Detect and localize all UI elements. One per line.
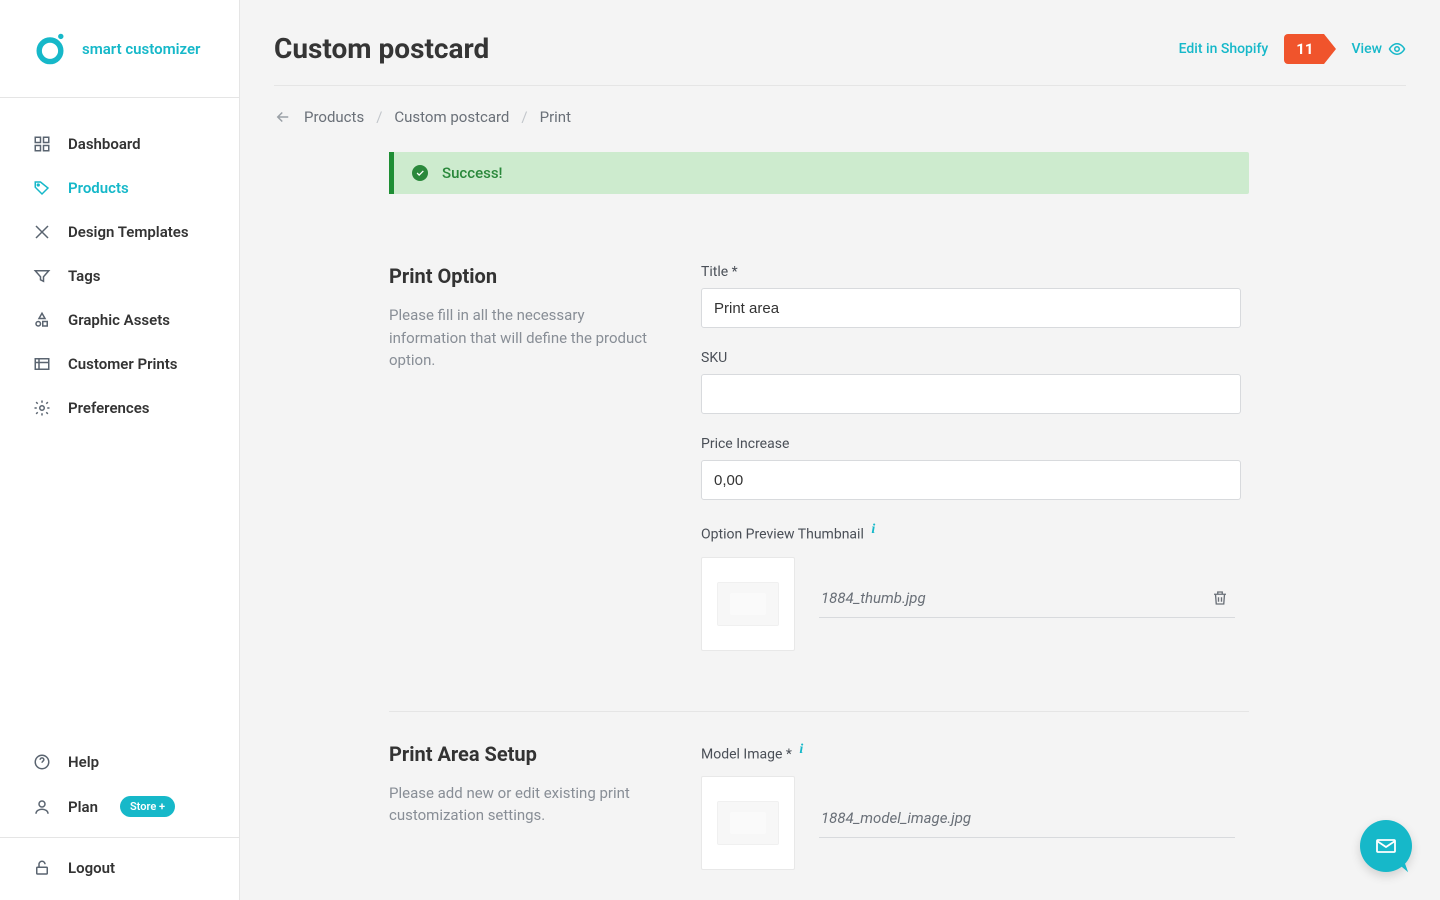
sidebar-item-label: Help	[68, 753, 99, 771]
breadcrumb: Products / Custom postcard / Print	[240, 86, 1440, 148]
section-heading: Print Area Setup	[389, 742, 649, 766]
page-title: Custom postcard	[274, 32, 489, 65]
success-alert: Success!	[389, 152, 1249, 194]
title-input[interactable]	[701, 288, 1241, 328]
sidebar-item-preferences[interactable]: Preferences	[0, 386, 239, 430]
model-image-label-text: Model Image *	[701, 746, 792, 762]
mail-icon	[1374, 834, 1398, 858]
lock-open-icon	[32, 858, 52, 878]
brand-name: smart customizer	[82, 40, 200, 58]
sidebar-item-design-templates[interactable]: Design Templates	[0, 210, 239, 254]
section-description: Please fill in all the necessary informa…	[389, 304, 649, 372]
sidebar-item-label: Preferences	[68, 399, 150, 417]
sidebar-item-label: Tags	[68, 267, 101, 285]
main-content: Custom postcard Edit in Shopify 11 View	[240, 0, 1440, 900]
brand-logo-icon	[32, 31, 68, 67]
section-heading: Print Option	[389, 264, 649, 288]
breadcrumb-separator: /	[376, 108, 382, 126]
count-badge-value: 11	[1284, 34, 1323, 64]
sidebar-item-label: Dashboard	[68, 135, 141, 153]
info-icon[interactable]: i	[871, 522, 875, 538]
model-image-row: 1884_model_image.jpg	[701, 776, 1374, 870]
model-image-filename: 1884_model_image.jpg	[821, 809, 971, 827]
section-form: Title * SKU Price Increase Option Previe…	[701, 264, 1374, 673]
prints-icon	[32, 354, 52, 374]
tag-icon	[32, 178, 52, 198]
thumbnail-label: Option Preview Thumbnail i	[701, 522, 1374, 543]
sidebar-bottom: Help Plan Store + Logout	[0, 740, 239, 900]
model-image-label: Model Image * i	[701, 742, 1374, 763]
model-file-line: 1884_model_image.jpg	[819, 809, 1235, 838]
sidebar-item-tags[interactable]: Tags	[0, 254, 239, 298]
gear-icon	[32, 398, 52, 418]
view-link-label: View	[1352, 41, 1383, 57]
thumbnail-preview[interactable]	[701, 557, 795, 651]
sidebar-item-graphic-assets[interactable]: Graphic Assets	[0, 298, 239, 342]
view-link[interactable]: View	[1352, 40, 1407, 58]
breadcrumb-item[interactable]: Products	[304, 108, 364, 126]
section-left: Print Option Please fill in all the nece…	[389, 264, 649, 673]
brand-block[interactable]: smart customizer	[0, 0, 239, 98]
arrow-left-icon	[274, 108, 292, 126]
sidebar-item-label: Design Templates	[68, 223, 189, 241]
alert-message: Success!	[442, 164, 503, 182]
dashboard-icon	[32, 134, 52, 154]
thumbnail-filename: 1884_thumb.jpg	[821, 589, 926, 607]
sidebar-item-products[interactable]: Products	[0, 166, 239, 210]
breadcrumb-back-button[interactable]	[274, 108, 292, 126]
section-print-option: Print Option Please fill in all the nece…	[274, 234, 1374, 711]
contact-fab-button[interactable]	[1360, 820, 1412, 872]
sku-input[interactable]	[701, 374, 1241, 414]
sidebar-item-customer-prints[interactable]: Customer Prints	[0, 342, 239, 386]
count-badge: 11	[1284, 34, 1335, 64]
price-increase-label: Price Increase	[701, 436, 1374, 452]
sidebar-item-label: Customer Prints	[68, 355, 178, 373]
nav-main: Dashboard Products Design Templates	[0, 98, 239, 740]
section-description: Please add new or edit existing print cu…	[389, 782, 649, 827]
delete-thumbnail-button[interactable]	[1211, 589, 1229, 607]
section-form: Model Image * i 1884_model_image.jpg	[701, 742, 1374, 893]
sidebar-item-help[interactable]: Help	[0, 740, 239, 784]
breadcrumb-item[interactable]: Custom postcard	[394, 108, 509, 126]
shapes-icon	[32, 310, 52, 330]
plan-badge: Store +	[120, 796, 175, 817]
filter-icon	[32, 266, 52, 286]
sidebar-item-logout[interactable]: Logout	[0, 846, 239, 890]
sidebar-item-plan[interactable]: Plan Store +	[0, 784, 239, 829]
sidebar-item-dashboard[interactable]: Dashboard	[0, 122, 239, 166]
thumbnail-row: 1884_thumb.jpg	[701, 557, 1374, 651]
model-image-placeholder-icon	[717, 801, 779, 845]
info-icon[interactable]: i	[799, 742, 803, 758]
breadcrumb-separator: /	[521, 108, 527, 126]
section-left: Print Area Setup Please add new or edit …	[389, 742, 649, 893]
sku-label: SKU	[701, 350, 1374, 366]
content-area: Success! Print Option Please fill in all…	[240, 148, 1440, 900]
sidebar-item-label: Plan	[68, 798, 98, 816]
trash-icon	[1211, 589, 1229, 607]
model-image-preview[interactable]	[701, 776, 795, 870]
thumbnail-placeholder-icon	[717, 582, 779, 626]
edit-in-shopify-link[interactable]: Edit in Shopify	[1179, 41, 1269, 57]
help-icon	[32, 752, 52, 772]
section-print-area-setup: Print Area Setup Please add new or edit …	[274, 712, 1374, 893]
sidebar-item-label: Logout	[68, 859, 115, 877]
thumbnail-file-line: 1884_thumb.jpg	[819, 589, 1235, 618]
page-header: Custom postcard Edit in Shopify 11 View	[240, 0, 1440, 85]
check-circle-icon	[412, 165, 428, 181]
sidebar-item-label: Graphic Assets	[68, 311, 170, 329]
thumbnail-label-text: Option Preview Thumbnail	[701, 527, 864, 543]
design-tools-icon	[32, 222, 52, 242]
sidebar: smart customizer Dashboard Produc	[0, 0, 240, 900]
title-label: Title *	[701, 264, 1374, 280]
sidebar-item-label: Products	[68, 179, 129, 197]
badge-arrow-icon	[1324, 34, 1336, 64]
price-increase-input[interactable]	[701, 460, 1241, 500]
breadcrumb-item[interactable]: Print	[540, 108, 571, 126]
eye-icon	[1388, 40, 1406, 58]
header-actions: Edit in Shopify 11 View	[1179, 34, 1406, 64]
user-icon	[32, 797, 52, 817]
